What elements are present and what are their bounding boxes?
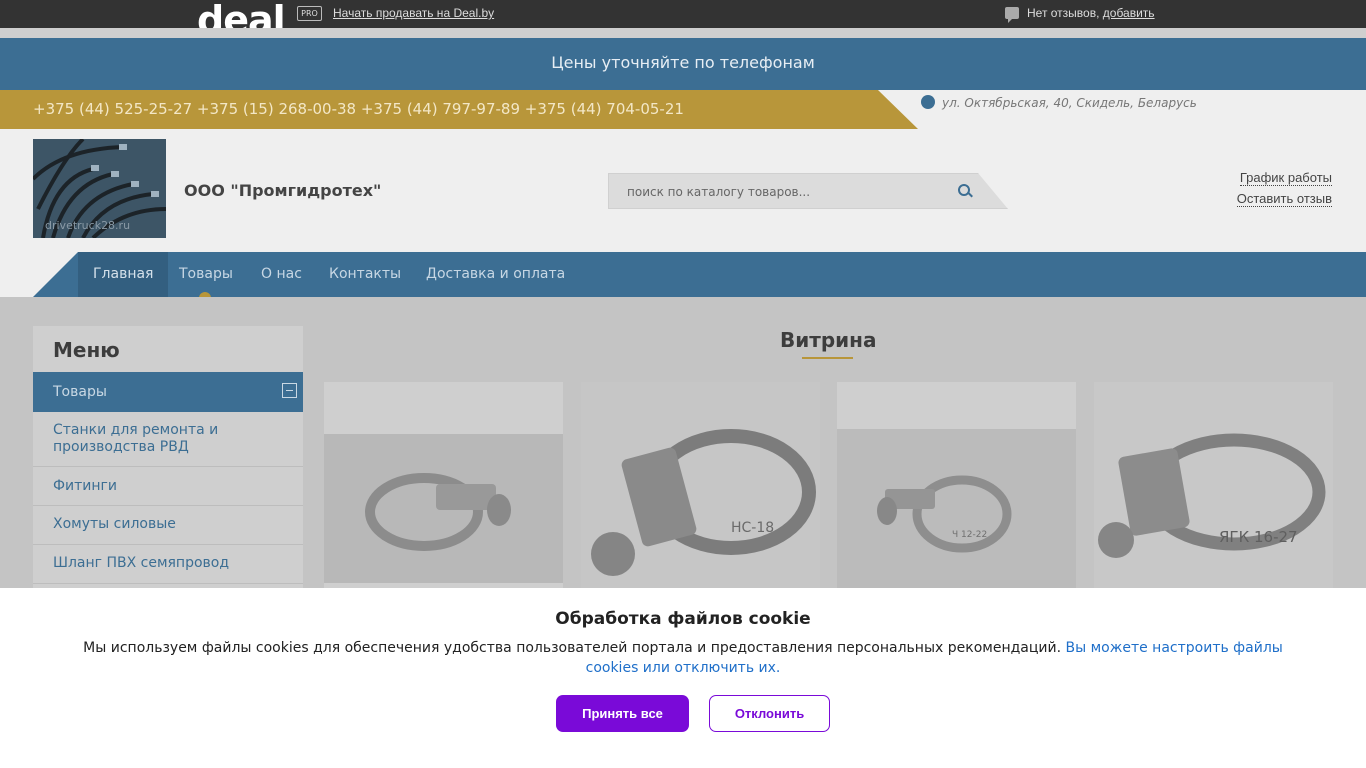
nav-item-about[interactable]: О нас xyxy=(246,252,317,297)
product-marking: НС-18 xyxy=(731,520,774,536)
search-icon[interactable] xyxy=(958,184,970,196)
accept-all-button[interactable]: Принять все xyxy=(556,695,689,732)
cookie-text: Мы используем файлы cookies для обеспече… xyxy=(80,638,1286,678)
showcase-underline xyxy=(802,357,853,359)
phones-stripe: +375 (44) 525-25-27 +375 (15) 268-00-38 … xyxy=(0,90,918,129)
cookie-message: Мы используем файлы cookies для обеспече… xyxy=(83,640,1062,656)
globe-icon xyxy=(921,95,935,109)
company-name: ООО "Промгидротех" xyxy=(184,181,382,200)
search-input[interactable] xyxy=(617,182,937,202)
address: ул. Октябрьская, 40, Скидель, Беларусь xyxy=(921,95,1197,110)
product-marking: Ч 12-22 xyxy=(952,530,987,540)
deal-logo[interactable]: deal xyxy=(197,0,285,28)
nav-item-contacts[interactable]: Контакты xyxy=(314,252,416,297)
product-card[interactable]: Ч 12-22 xyxy=(837,382,1076,588)
leave-review-link[interactable]: Оставить отзыв xyxy=(1236,191,1332,207)
address-text: ул. Октябрьская, 40, Скидель, Беларусь xyxy=(942,96,1197,110)
product-marking: ЯГК 16-27 xyxy=(1219,528,1298,546)
cookie-consent-dialog: Обработка файлов cookie Мы используем фа… xyxy=(0,588,1366,768)
sidebar-item-products[interactable]: Товары xyxy=(33,372,303,412)
sidebar-item-pvc-hose[interactable]: Шланг ПВХ семяпровод xyxy=(33,555,303,584)
product-card[interactable]: ЯГК 16-27 xyxy=(1094,382,1333,588)
nav-item-home[interactable]: Главная xyxy=(78,252,169,297)
nav-item-delivery[interactable]: Доставка и оплата xyxy=(411,252,580,297)
product-card[interactable]: НС-18 xyxy=(581,382,820,588)
cookie-title: Обработка файлов cookie xyxy=(555,609,811,629)
comment-icon xyxy=(1005,7,1019,23)
pro-badge: PRO xyxy=(297,6,322,21)
collapse-icon[interactable] xyxy=(282,383,297,398)
showcase-title: Витрина xyxy=(780,328,877,352)
logo-watermark: drivetruck28.ru xyxy=(45,219,130,232)
sidebar-item-clamps[interactable]: Хомуты силовые xyxy=(33,516,303,545)
company-logo[interactable]: drivetruck28.ru xyxy=(33,139,166,238)
deal-topbar: deal PRO Начать продавать на Deal.by Нет… xyxy=(0,0,1366,28)
add-review-link[interactable]: добавить xyxy=(1103,6,1155,20)
reviews-text: Нет отзывов, xyxy=(1027,6,1100,20)
hoses-photo: drivetruck28.ru xyxy=(33,139,166,238)
product-photo[interactable] xyxy=(324,434,563,583)
product-card[interactable] xyxy=(324,382,563,588)
reject-button[interactable]: Отклонить xyxy=(709,695,830,732)
schedule-link[interactable]: График работы xyxy=(1239,170,1332,186)
start-selling-link[interactable]: Начать продавать на Deal.by xyxy=(333,6,494,20)
sidebar-item-machines[interactable]: Станки для ремонта и производства РВД xyxy=(33,422,303,467)
phone-numbers[interactable]: +375 (44) 525-25-27 +375 (15) 268-00-38 … xyxy=(33,100,684,118)
price-banner: Цены уточняйте по телефонам xyxy=(0,38,1366,90)
nav-item-products[interactable]: Товары xyxy=(164,252,248,297)
sidebar-item-fittings[interactable]: Фитинги xyxy=(33,478,303,506)
product-photo[interactable]: Ч 12-22 xyxy=(837,429,1076,588)
product-photo[interactable]: НС-18 xyxy=(581,382,820,588)
search-box xyxy=(608,173,1008,209)
sidebar-menu: Меню Товары Станки для ремонта и произво… xyxy=(33,326,303,626)
sidebar-title: Меню xyxy=(53,338,120,362)
sidebar-item-label: Товары xyxy=(53,384,107,400)
top-gap xyxy=(0,28,1366,38)
product-photo[interactable]: ЯГК 16-27 xyxy=(1094,382,1333,588)
reviews-summary: Нет отзывов, добавить xyxy=(1005,6,1155,23)
